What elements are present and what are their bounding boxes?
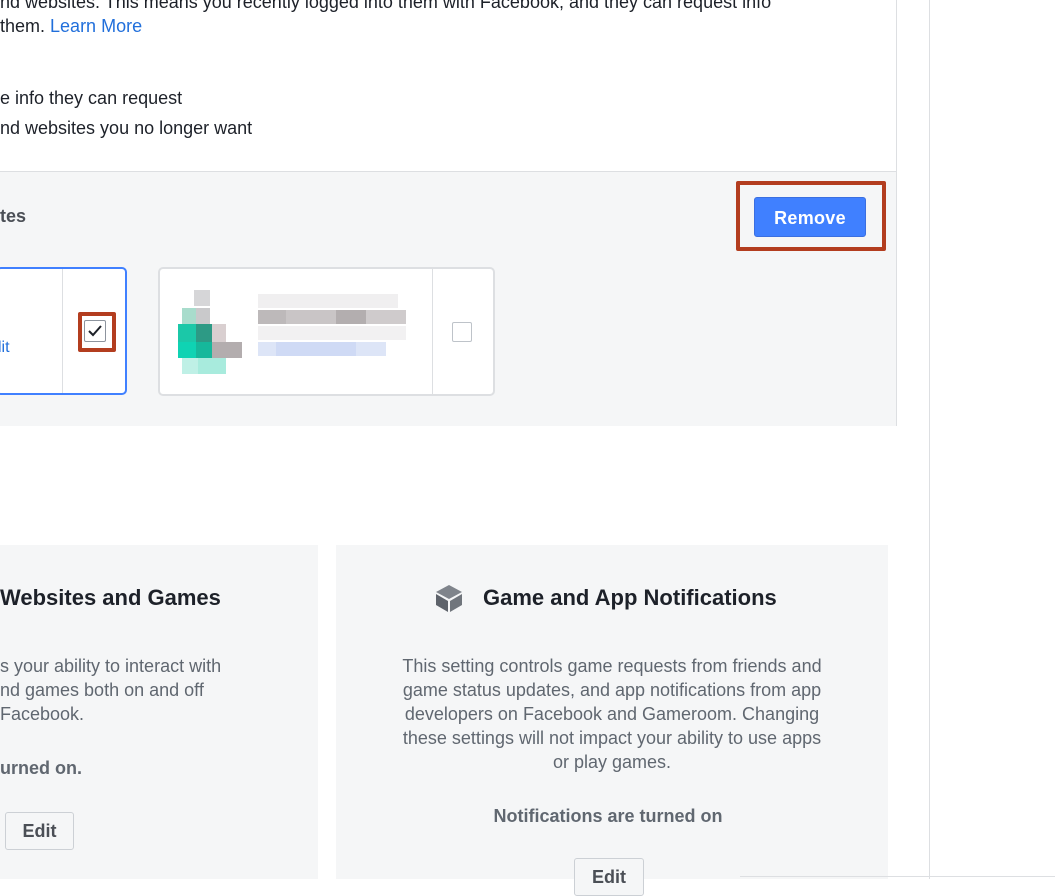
bullet-remove-websites: nd websites you no longer want xyxy=(0,118,253,138)
intro-line-2: them. Learn More xyxy=(0,14,771,38)
remove-button[interactable]: Remove xyxy=(754,197,866,237)
learn-more-link[interactable]: Learn More xyxy=(50,16,142,36)
right-rail-divider xyxy=(929,0,930,879)
app-name-blurred xyxy=(258,294,408,358)
app-select-checkbox-checked[interactable] xyxy=(84,320,106,342)
game-app-notifications-title: Game and App Notifications xyxy=(483,585,777,610)
intro-line-2-text: them. xyxy=(0,16,51,36)
active-section-heading: tes xyxy=(0,206,27,226)
description-line: or play games. xyxy=(552,752,672,772)
bottom-divider xyxy=(740,876,1055,877)
intro-text: nd websites. This means you recently log… xyxy=(0,0,771,38)
apps-websites-games-title: Websites and Games xyxy=(0,585,221,610)
app-select-checkbox[interactable] xyxy=(452,322,472,342)
intro-line-1: nd websites. This means you recently log… xyxy=(0,0,772,12)
app-icon-blurred xyxy=(178,290,248,376)
checkmark-icon xyxy=(88,325,102,337)
edit-settings-link[interactable]: lit xyxy=(0,339,10,357)
apps-websites-games-edit-button[interactable]: Edit xyxy=(5,812,74,850)
apps-websites-games-status: urned on. xyxy=(0,758,82,778)
description-line: s your ability to interact with xyxy=(0,656,222,676)
description-line: developers on Facebook and Gameroom. Cha… xyxy=(404,704,820,724)
card-separator xyxy=(432,269,433,394)
content-border xyxy=(896,0,897,426)
game-app-notifications-edit-button[interactable]: Edit xyxy=(574,858,644,896)
game-app-notifications-description: This setting controls game requests from… xyxy=(336,654,888,774)
description-line: Facebook. xyxy=(0,704,85,724)
apps-websites-games-description: s your ability to interact with nd games… xyxy=(0,654,221,726)
description-line: these settings will not impact your abil… xyxy=(402,728,822,748)
description-line: game status updates, and app notificatio… xyxy=(402,680,822,700)
card-separator xyxy=(62,269,63,393)
description-line: nd games both on and off xyxy=(0,680,204,700)
description-line: This setting controls game requests from… xyxy=(402,656,822,676)
notifications-status: Notifications are turned on xyxy=(493,806,723,826)
cube-icon xyxy=(434,583,464,613)
bullet-info-request: e info they can request xyxy=(0,88,183,108)
